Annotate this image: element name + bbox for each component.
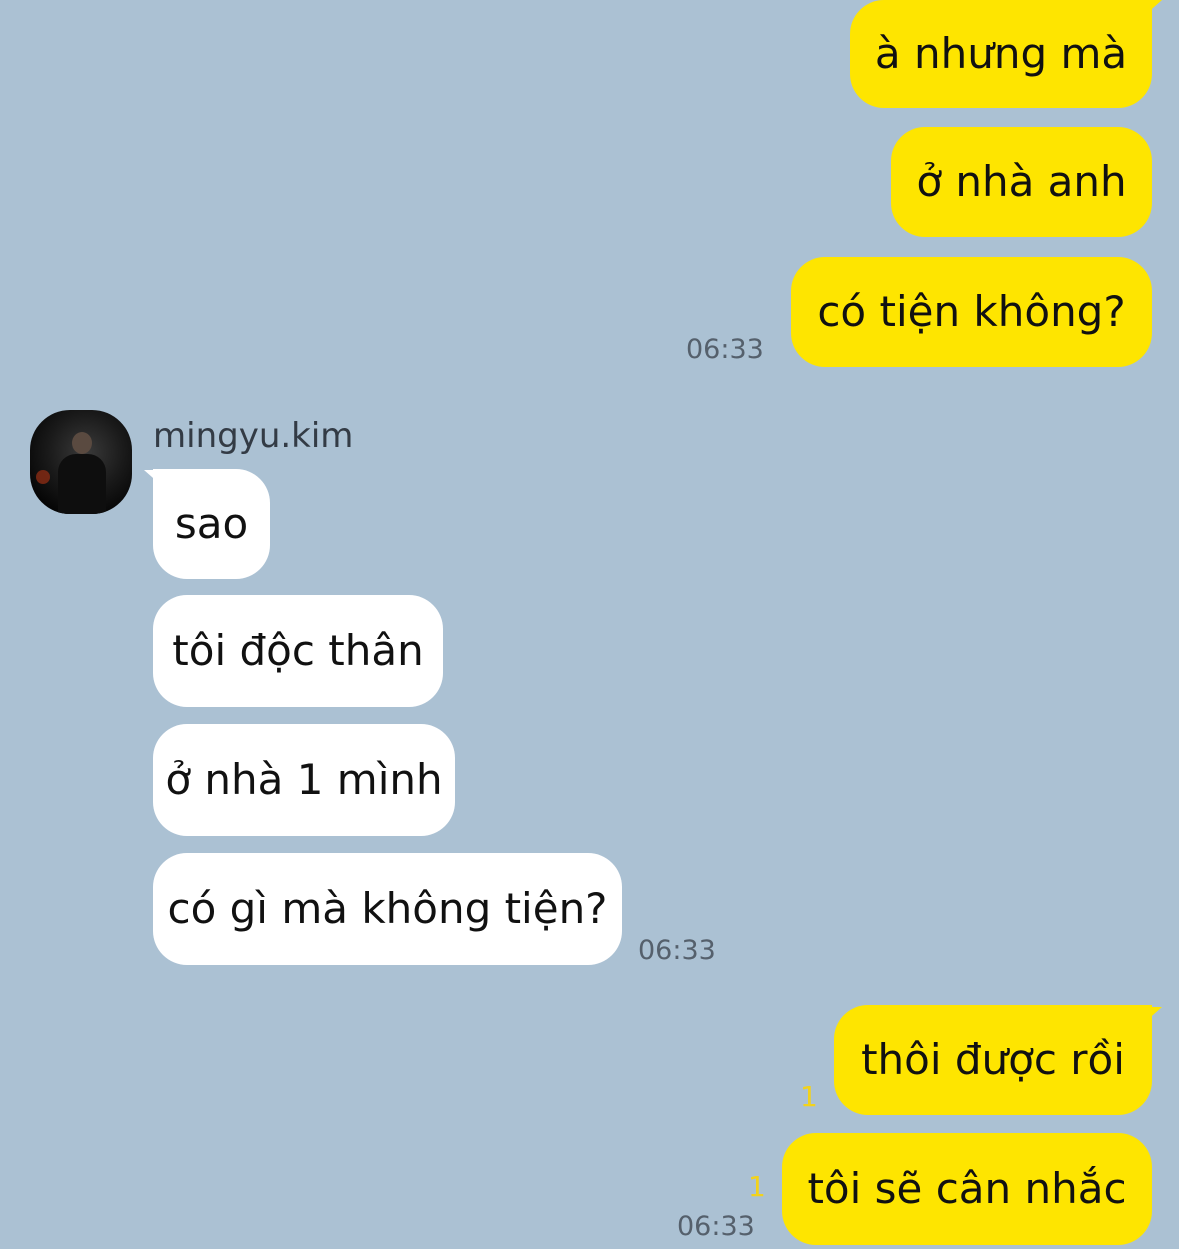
message-bubble-outgoing[interactable]: à nhưng mà <box>850 0 1152 108</box>
message-timestamp: 06:33 <box>686 334 764 365</box>
message-bubble-incoming[interactable]: sao <box>153 469 270 579</box>
message-bubble-outgoing[interactable]: ở nhà anh <box>891 127 1152 237</box>
message-timestamp: 06:33 <box>638 935 716 966</box>
avatar[interactable] <box>30 410 132 514</box>
avatar-photo-figure-body <box>58 454 106 514</box>
message-text: tôi sẽ cân nhắc <box>807 1164 1127 1213</box>
message-text: thôi được rồi <box>861 1035 1125 1084</box>
message-text: có tiện không? <box>817 287 1126 336</box>
sender-name[interactable]: mingyu.kim <box>153 416 353 456</box>
avatar-photo-figure-head <box>72 432 92 454</box>
unread-count: 1 <box>748 1170 766 1203</box>
message-bubble-incoming[interactable]: có gì mà không tiện? <box>153 853 622 965</box>
unread-count: 1 <box>800 1080 818 1113</box>
message-text: ở nhà anh <box>916 157 1127 206</box>
message-bubble-incoming[interactable]: tôi độc thân <box>153 595 443 707</box>
bubble-tail <box>1128 1007 1162 1037</box>
message-bubble-incoming[interactable]: ở nhà 1 mình <box>153 724 455 836</box>
message-text: có gì mà không tiện? <box>167 884 608 933</box>
message-text: ở nhà 1 mình <box>165 755 443 804</box>
bubble-tail <box>1128 0 1162 30</box>
avatar-photo-light <box>36 470 50 484</box>
message-text: à nhưng mà <box>874 29 1128 78</box>
message-bubble-outgoing[interactable]: thôi được rồi <box>834 1005 1152 1115</box>
message-timestamp: 06:33 <box>677 1211 755 1242</box>
message-bubble-outgoing[interactable]: có tiện không? <box>791 257 1152 367</box>
message-bubble-outgoing[interactable]: tôi sẽ cân nhắc <box>782 1133 1152 1245</box>
message-text: tôi độc thân <box>172 626 424 675</box>
message-text: sao <box>174 499 249 548</box>
